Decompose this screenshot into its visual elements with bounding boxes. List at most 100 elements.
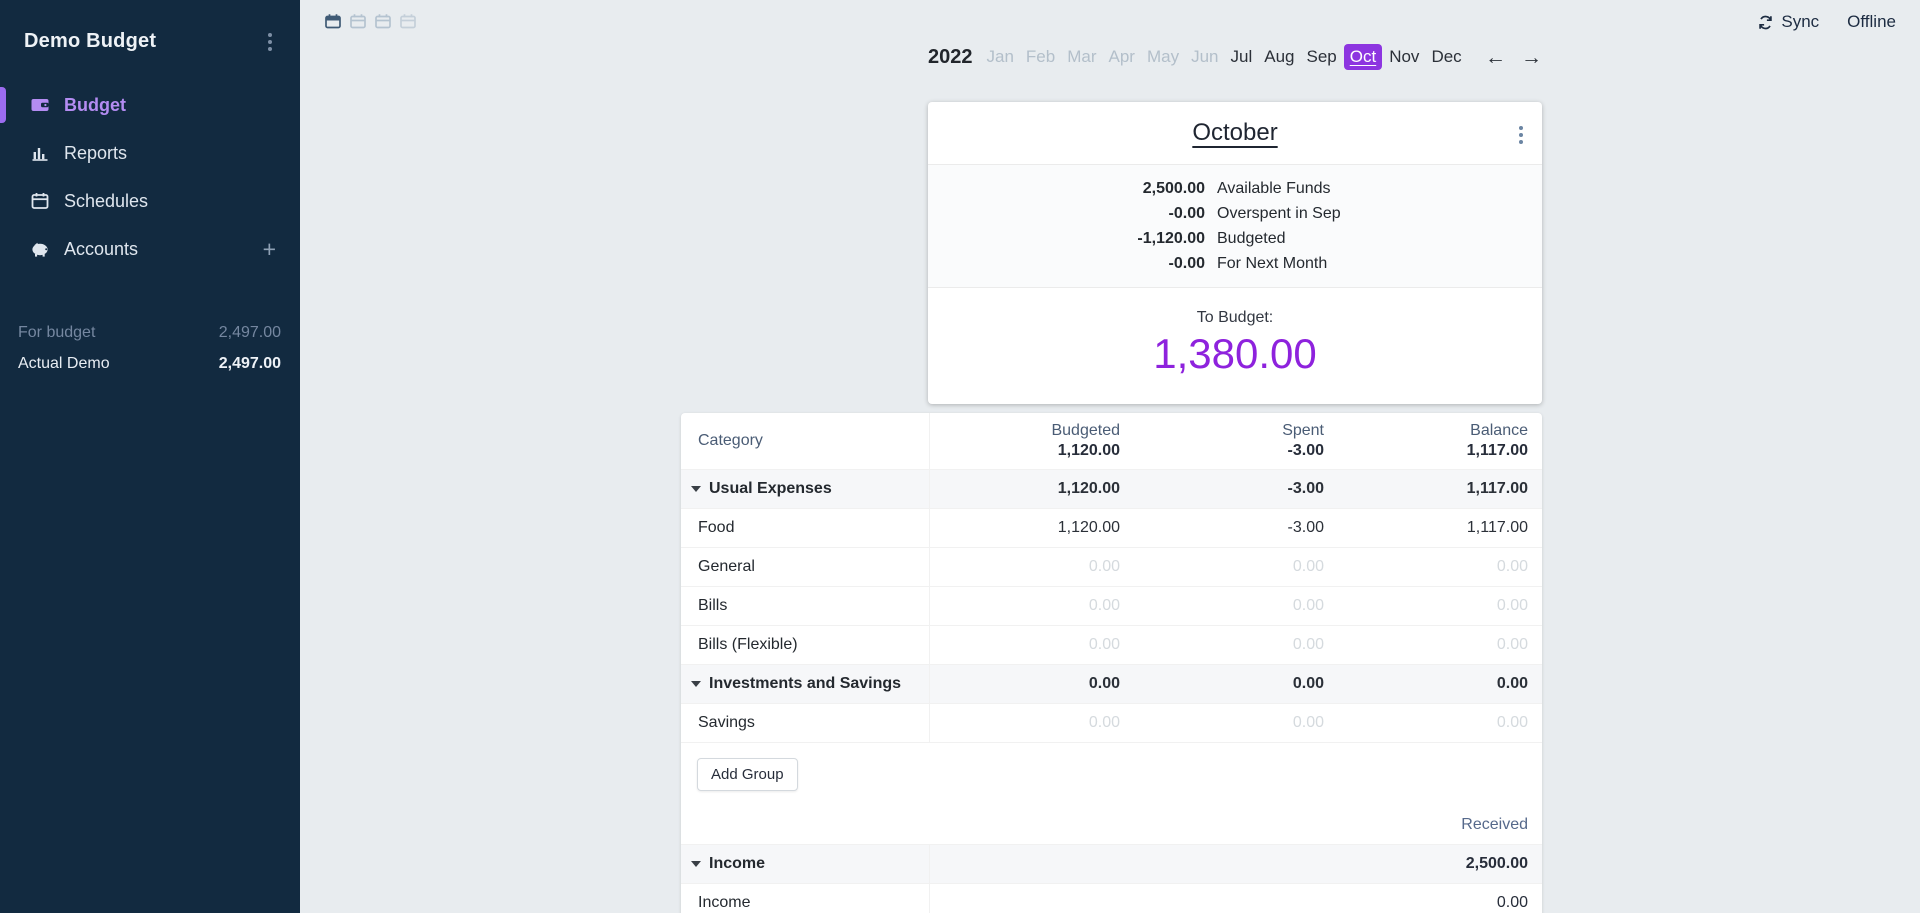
overspent-label: Overspent in Sep [1217,201,1341,226]
budgeted-column-header: Budgeted 1,120.00 [930,413,1134,469]
bar-chart-icon [30,143,50,163]
month-oct-selected[interactable]: Oct [1344,44,1382,70]
account-balance: 2,497.00 [219,352,281,375]
group-name: Investments and Savings [709,675,901,693]
spent-cell[interactable]: 0.00 [1134,626,1338,664]
budgeted-cell[interactable]: 0.00 [930,704,1134,742]
sidebar-item-reports[interactable]: Reports [0,129,300,177]
category-name-cell[interactable]: Food [681,509,930,547]
two-month-view-icon[interactable] [349,12,367,30]
sidebar-item-label: Reports [64,143,127,164]
table-header: Category Budgeted 1,120.00 Spent -3.00 B… [681,413,1542,470]
balance-header-total: 1,117.00 [1467,441,1528,461]
income-received-cell: 0.00 [930,884,1542,913]
group-name: Usual Expenses [709,480,832,498]
category-name: Savings [698,714,755,732]
chevron-down-icon[interactable] [691,681,701,687]
category-name: Bills (Flexible) [698,636,798,654]
for-next-month-label: For Next Month [1217,251,1327,276]
budgeted-cell[interactable]: 0.00 [930,548,1134,586]
balance-cell[interactable]: 0.00 [1338,626,1542,664]
category-name-cell[interactable]: General [681,548,930,586]
chevron-down-icon[interactable] [691,861,701,867]
received-column-header: Received [1461,816,1528,834]
spent-cell[interactable]: -3.00 [1134,509,1338,547]
category-name-cell[interactable]: Bills (Flexible) [681,626,930,664]
budgeted-header-label: Budgeted [1051,421,1120,441]
sidebar: Demo Budget Budget Reports Schedules [0,0,300,913]
category-row-bills-flexible: Bills (Flexible) 0.00 0.00 0.00 [681,626,1542,665]
to-budget-value[interactable]: 1,380.00 [928,330,1542,378]
one-month-view-icon[interactable] [324,12,342,30]
sync-icon [1757,14,1774,31]
prev-month-arrow-icon[interactable]: ← [1485,47,1506,68]
spent-cell[interactable]: 0.00 [1134,548,1338,586]
month-mar[interactable]: Mar [1062,44,1101,70]
budgeted-value: -1,120.00 [928,226,1205,251]
group-name-cell[interactable]: Investments and Savings [681,665,930,703]
sync-button[interactable]: Sync [1757,12,1819,32]
four-month-view-icon[interactable] [399,12,417,30]
active-indicator-bar [0,87,6,123]
sidebar-item-label: Accounts [64,239,138,260]
category-name-cell[interactable]: Savings [681,704,930,742]
add-group-button[interactable]: Add Group [697,758,798,791]
budgeted-cell[interactable]: 0.00 [930,626,1134,664]
month-nav-arrows: ← → [1485,47,1542,68]
balance-cell[interactable]: 0.00 [1338,548,1542,586]
group-spent-total: 0.00 [1134,665,1338,703]
group-name-cell[interactable]: Income [681,845,930,883]
spent-cell[interactable]: 0.00 [1134,587,1338,625]
offline-status: Offline [1847,12,1896,32]
category-name-cell[interactable]: Income [681,884,930,913]
group-name-cell[interactable]: Usual Expenses [681,470,930,508]
calendar-icon [30,191,50,211]
month-apr[interactable]: Apr [1104,44,1140,70]
add-account-button[interactable]: + [263,238,276,261]
overspent-value: -0.00 [928,201,1205,226]
month-sep[interactable]: Sep [1302,44,1342,70]
budgeted-cell[interactable]: 1,120.00 [930,509,1134,547]
category-name-cell[interactable]: Bills [681,587,930,625]
category-row-bills: Bills 0.00 0.00 0.00 [681,587,1542,626]
month-feb[interactable]: Feb [1021,44,1060,70]
month-menu-kebab-icon[interactable] [1517,124,1525,146]
month-title[interactable]: October [1192,119,1277,147]
group-spent-total: -3.00 [1134,470,1338,508]
sidebar-totals: For budget 2,497.00 Actual Demo 2,497.00 [0,317,300,379]
funds-summary: 2,500.00 Available Funds -0.00 Overspent… [928,164,1542,288]
balance-cell[interactable]: 1,117.00 [1338,509,1542,547]
month-jan[interactable]: Jan [982,44,1019,70]
sync-label: Sync [1781,12,1819,32]
sidebar-item-budget[interactable]: Budget [0,81,300,129]
month-dec[interactable]: Dec [1426,44,1466,70]
month-nov[interactable]: Nov [1384,44,1424,70]
month-may[interactable]: May [1142,44,1184,70]
next-month-arrow-icon[interactable]: → [1521,47,1542,68]
overspent-row: -0.00 Overspent in Sep [928,201,1542,226]
for-next-month-row: -0.00 For Next Month [928,251,1542,276]
spent-header-total: -3.00 [1288,441,1324,461]
month-aug[interactable]: Aug [1259,44,1299,70]
spent-cell[interactable]: 0.00 [1134,704,1338,742]
category-name: Bills [698,597,727,615]
for-budget-row: For budget 2,497.00 [0,317,300,348]
budget-menu-kebab-icon[interactable] [266,31,274,53]
budgeted-row: -1,120.00 Budgeted [928,226,1542,251]
month-count-toggles [324,12,417,30]
to-budget-section: To Budget: 1,380.00 [928,288,1542,404]
budgeted-header-total: 1,120.00 [1058,441,1120,461]
balance-cell[interactable]: 0.00 [1338,704,1542,742]
balance-cell[interactable]: 0.00 [1338,587,1542,625]
month-jul[interactable]: Jul [1226,44,1258,70]
chevron-down-icon[interactable] [691,486,701,492]
sidebar-item-schedules[interactable]: Schedules [0,177,300,225]
month-jun[interactable]: Jun [1186,44,1223,70]
available-funds-label: Available Funds [1217,176,1331,201]
for-next-month-value: -0.00 [928,251,1205,276]
account-row-actual-demo[interactable]: Actual Demo 2,497.00 [0,348,300,379]
budgeted-cell[interactable]: 0.00 [930,587,1134,625]
three-month-view-icon[interactable] [374,12,392,30]
group-balance-total: 1,117.00 [1338,470,1542,508]
sidebar-item-accounts[interactable]: Accounts + [0,225,300,273]
